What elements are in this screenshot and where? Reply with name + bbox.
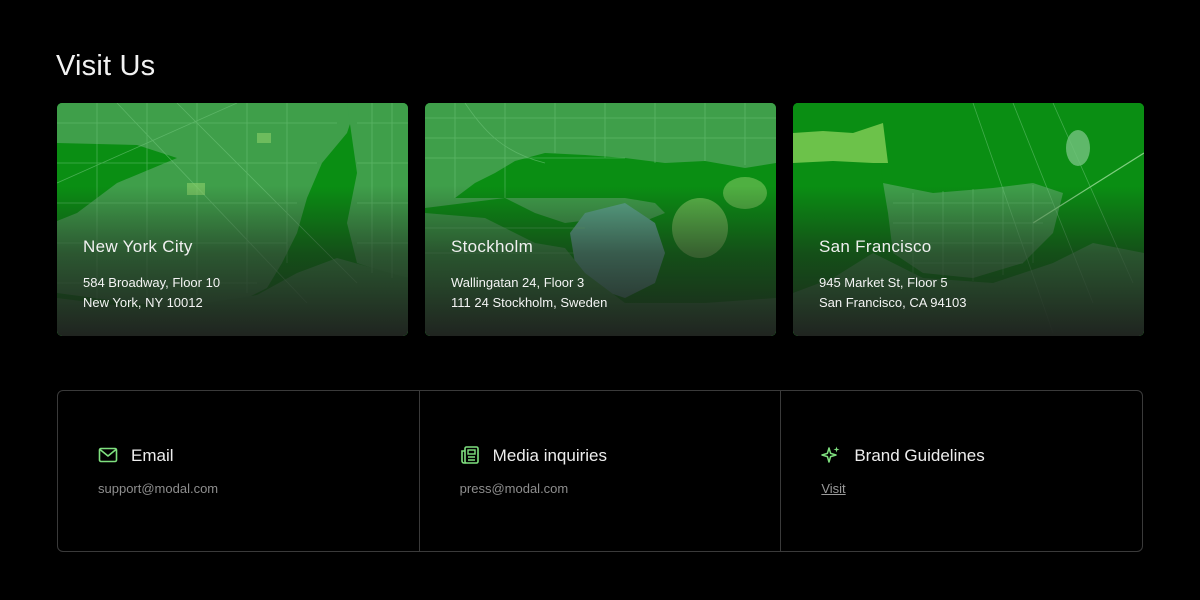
address: 584 Broadway, Floor 10 New York, NY 1001…: [83, 273, 220, 313]
email-address[interactable]: support@modal.com: [98, 481, 218, 496]
contact-label: Media inquiries: [492, 446, 608, 465]
press-email[interactable]: press@modal.com: [460, 481, 569, 496]
address-line-1: Wallingatan 24, Floor 3: [451, 275, 585, 290]
address-line-1: 945 Market St, Floor 5: [819, 275, 948, 290]
contact-label: Brand Guidelines: [854, 446, 985, 465]
address: 945 Market St, Floor 5 San Francisco, CA…: [819, 273, 966, 313]
location-card-stockholm[interactable]: Stockholm Wallingatan 24, Floor 3 111 24…: [425, 103, 776, 336]
card-overlay: [793, 186, 1144, 336]
contact-label: Email: [131, 446, 174, 465]
contact-email: Email support@modal.com: [58, 391, 420, 551]
city-name: Stockholm: [451, 237, 534, 256]
contact-panel: Email support@modal.com Media inquiries …: [57, 390, 1143, 552]
address-line-2: New York, NY 10012: [83, 295, 203, 310]
sparkles-icon: [821, 446, 840, 463]
city-name: New York City: [83, 237, 193, 256]
address-line-2: 111 24 Stockholm, Sweden: [451, 295, 608, 310]
address: Wallingatan 24, Floor 3 111 24 Stockholm…: [451, 273, 607, 313]
contact-media: Media inquiries press@modal.com: [420, 391, 782, 551]
card-overlay: [425, 186, 776, 336]
contact-brand: Brand Guidelines Visit: [781, 391, 1142, 551]
brand-guidelines-link[interactable]: Visit: [821, 481, 845, 496]
address-line-2: San Francisco, CA 94103: [819, 295, 967, 310]
page-title: Visit Us: [56, 50, 156, 82]
card-overlay: [57, 186, 408, 336]
address-line-1: 584 Broadway, Floor 10: [83, 275, 221, 290]
mail-icon: [98, 447, 118, 463]
location-cards: New York City 584 Broadway, Floor 10 New…: [57, 103, 1144, 336]
location-card-new-york[interactable]: New York City 584 Broadway, Floor 10 New…: [57, 103, 408, 336]
newspaper-icon: [460, 446, 479, 464]
location-card-san-francisco[interactable]: San Francisco 945 Market St, Floor 5 San…: [793, 103, 1144, 336]
city-name: San Francisco: [819, 237, 932, 256]
